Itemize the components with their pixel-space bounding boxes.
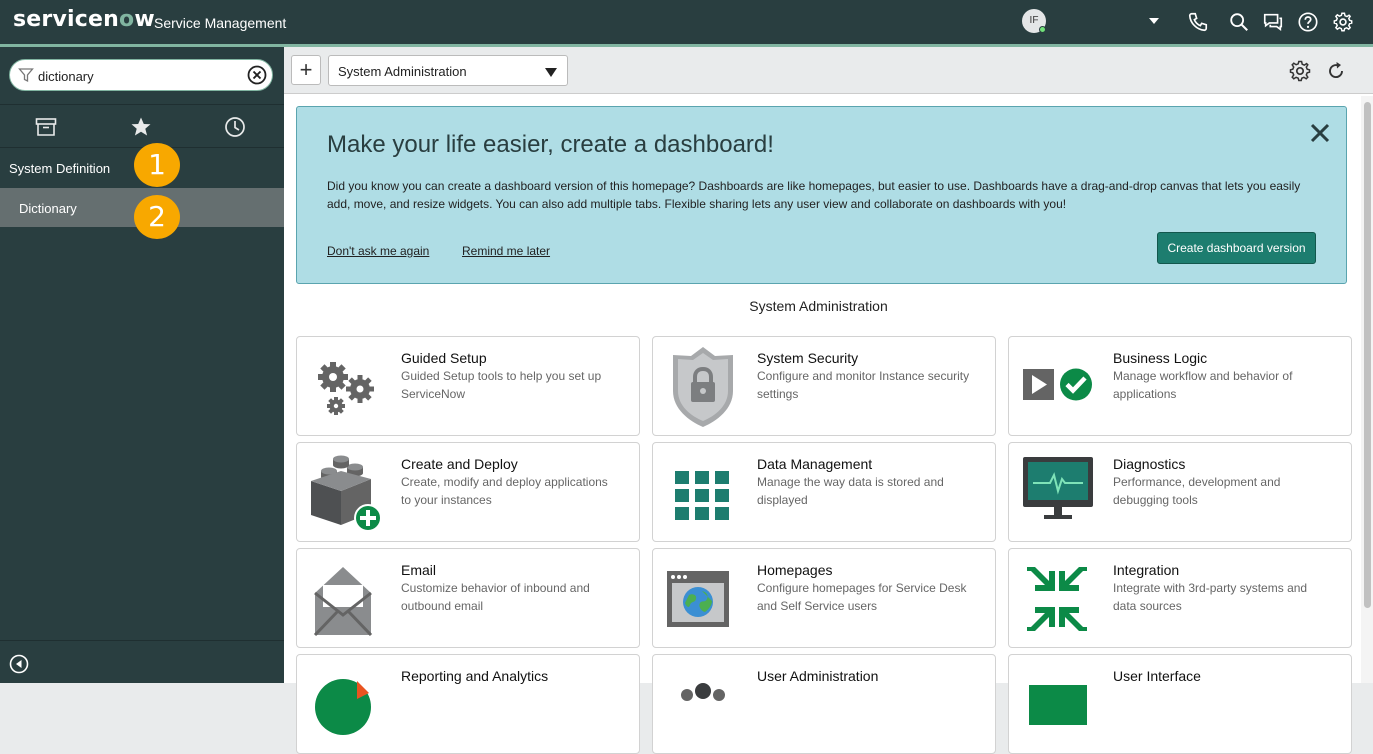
card-title: Email (401, 562, 437, 578)
card-user-administration[interactable]: User Administration (652, 654, 996, 754)
card-diagnostics[interactable]: Diagnostics Performance, development and… (1008, 442, 1352, 542)
settings-icon[interactable] (1332, 11, 1354, 33)
card-description: Performance, development and debugging t… (1113, 475, 1281, 507)
search-icon[interactable] (1228, 11, 1250, 33)
card-title: Homepages (757, 562, 833, 578)
close-icon[interactable] (1308, 121, 1332, 145)
chevron-down-icon (545, 68, 557, 77)
banner-text: Did you know you can create a dashboard … (327, 179, 1301, 211)
window-icon (1029, 685, 1087, 725)
refresh-icon[interactable] (1324, 59, 1348, 83)
dashboard-promo-banner: Make your life easier, create a dashboar… (296, 106, 1347, 284)
card-description: Create, modify and deploy applications t… (401, 475, 608, 507)
card-guided-setup[interactable]: Guided Setup Guided Setup tools to help … (296, 336, 640, 436)
app-title: Service Management (154, 15, 287, 31)
card-title: Business Logic (1113, 350, 1208, 366)
scrollbar-thumb[interactable] (1364, 102, 1371, 608)
card-integration[interactable]: Integration Integrate with 3rd-party sys… (1008, 548, 1352, 648)
users-icon (681, 683, 725, 701)
homepage-select[interactable]: System Administration (328, 55, 568, 86)
user-menu-caret[interactable] (1149, 18, 1159, 24)
gears-icon (318, 362, 374, 415)
navigator-filter[interactable] (9, 59, 273, 91)
play-check-icon (1023, 368, 1092, 401)
phone-icon[interactable] (1187, 11, 1209, 33)
card-description: Customize behavior of inbound and outbou… (401, 581, 590, 613)
logo-n: n (103, 7, 119, 32)
banner-title: Make your life easier, create a dashboar… (327, 131, 774, 158)
chat-icon[interactable] (1262, 11, 1284, 33)
card-description: Configure and monitor Instance security … (757, 369, 970, 401)
grid-icon (675, 471, 729, 520)
card-title: Data Management (757, 456, 873, 472)
card-title: Guided Setup (401, 350, 487, 366)
history-icon[interactable] (223, 115, 247, 139)
card-title: System Security (757, 350, 859, 366)
callout-badge-2: 2 (134, 195, 180, 239)
navigator-footer (0, 640, 284, 683)
application-navigator: System Definition 1 Dictionary 2 (0, 47, 284, 683)
card-title: Reporting and Analytics (401, 668, 549, 684)
shield-lock-icon (673, 347, 733, 427)
card-description: Manage workflow and behavior of applicat… (1113, 369, 1293, 401)
card-user-interface[interactable]: User Interface (1008, 654, 1352, 754)
content-scrollbar[interactable] (1361, 96, 1373, 683)
pie-chart-icon (315, 679, 371, 735)
card-description: Guided Setup tools to help you set up Se… (401, 369, 602, 401)
card-homepages[interactable]: Homepages Configure homepages for Servic… (652, 548, 996, 648)
create-dashboard-button[interactable]: Create dashboard version (1157, 232, 1316, 264)
user-initials: IF (1029, 15, 1039, 26)
servicenow-logo[interactable]: servicenow (13, 7, 155, 32)
filter-icon (18, 68, 34, 83)
logo-o: o (118, 7, 135, 32)
arrows-in-icon (1027, 567, 1087, 631)
card-title: User Administration (757, 668, 879, 684)
card-email[interactable]: Email Customize behavior of inbound and … (296, 548, 640, 648)
card-title: User Interface (1113, 668, 1201, 684)
card-description: Configure homepages for Service Desk and… (757, 581, 967, 613)
all-apps-icon[interactable] (34, 115, 58, 139)
dont-ask-again-link[interactable]: Don't ask me again (327, 244, 429, 258)
presence-dot (1039, 26, 1046, 33)
envelope-icon (313, 567, 373, 637)
homepage-select-value: System Administration (338, 64, 467, 79)
navigator-filter-input[interactable] (38, 66, 238, 86)
add-content-button[interactable]: + (291, 55, 321, 85)
section-title: System Administration (749, 298, 888, 314)
navigator-tabs (0, 104, 284, 148)
clear-filter-icon[interactable] (247, 65, 267, 85)
card-title: Create and Deploy (401, 456, 518, 472)
collapse-navigator-icon[interactable] (9, 654, 29, 674)
card-reporting-and-analytics[interactable]: Reporting and Analytics (296, 654, 640, 754)
card-create-and-deploy[interactable]: Create and Deploy Create, modify and dep… (296, 442, 640, 542)
card-business-logic[interactable]: Business Logic Manage workflow and behav… (1008, 336, 1352, 436)
logo-text: service (13, 7, 104, 32)
card-description: Manage the way data is stored and displa… (757, 475, 944, 507)
callout-badge-1: 1 (134, 143, 180, 187)
help-icon[interactable] (1297, 11, 1319, 33)
homepage-toolbar: + System Administration (284, 47, 1373, 94)
remind-later-link[interactable]: Remind me later (462, 244, 550, 258)
card-system-security[interactable]: System Security Configure and monitor In… (652, 336, 996, 436)
lego-add-icon (311, 455, 382, 532)
browser-globe-icon (667, 571, 729, 627)
homepage-settings-icon[interactable] (1288, 59, 1312, 83)
card-description: Integrate with 3rd-party systems and dat… (1113, 581, 1308, 613)
main-content: + System Administration Make your life e… (284, 47, 1373, 754)
card-data-management[interactable]: Data Management Manage the way data is s… (652, 442, 996, 542)
card-title: Diagnostics (1113, 456, 1186, 472)
monitor-pulse-icon (1023, 457, 1093, 519)
top-header: servicenow Service Management IF (0, 0, 1373, 44)
user-avatar[interactable]: IF (1022, 9, 1046, 33)
favorites-icon[interactable] (129, 115, 153, 139)
logo-w: w (134, 7, 155, 32)
card-title: Integration (1113, 562, 1180, 578)
